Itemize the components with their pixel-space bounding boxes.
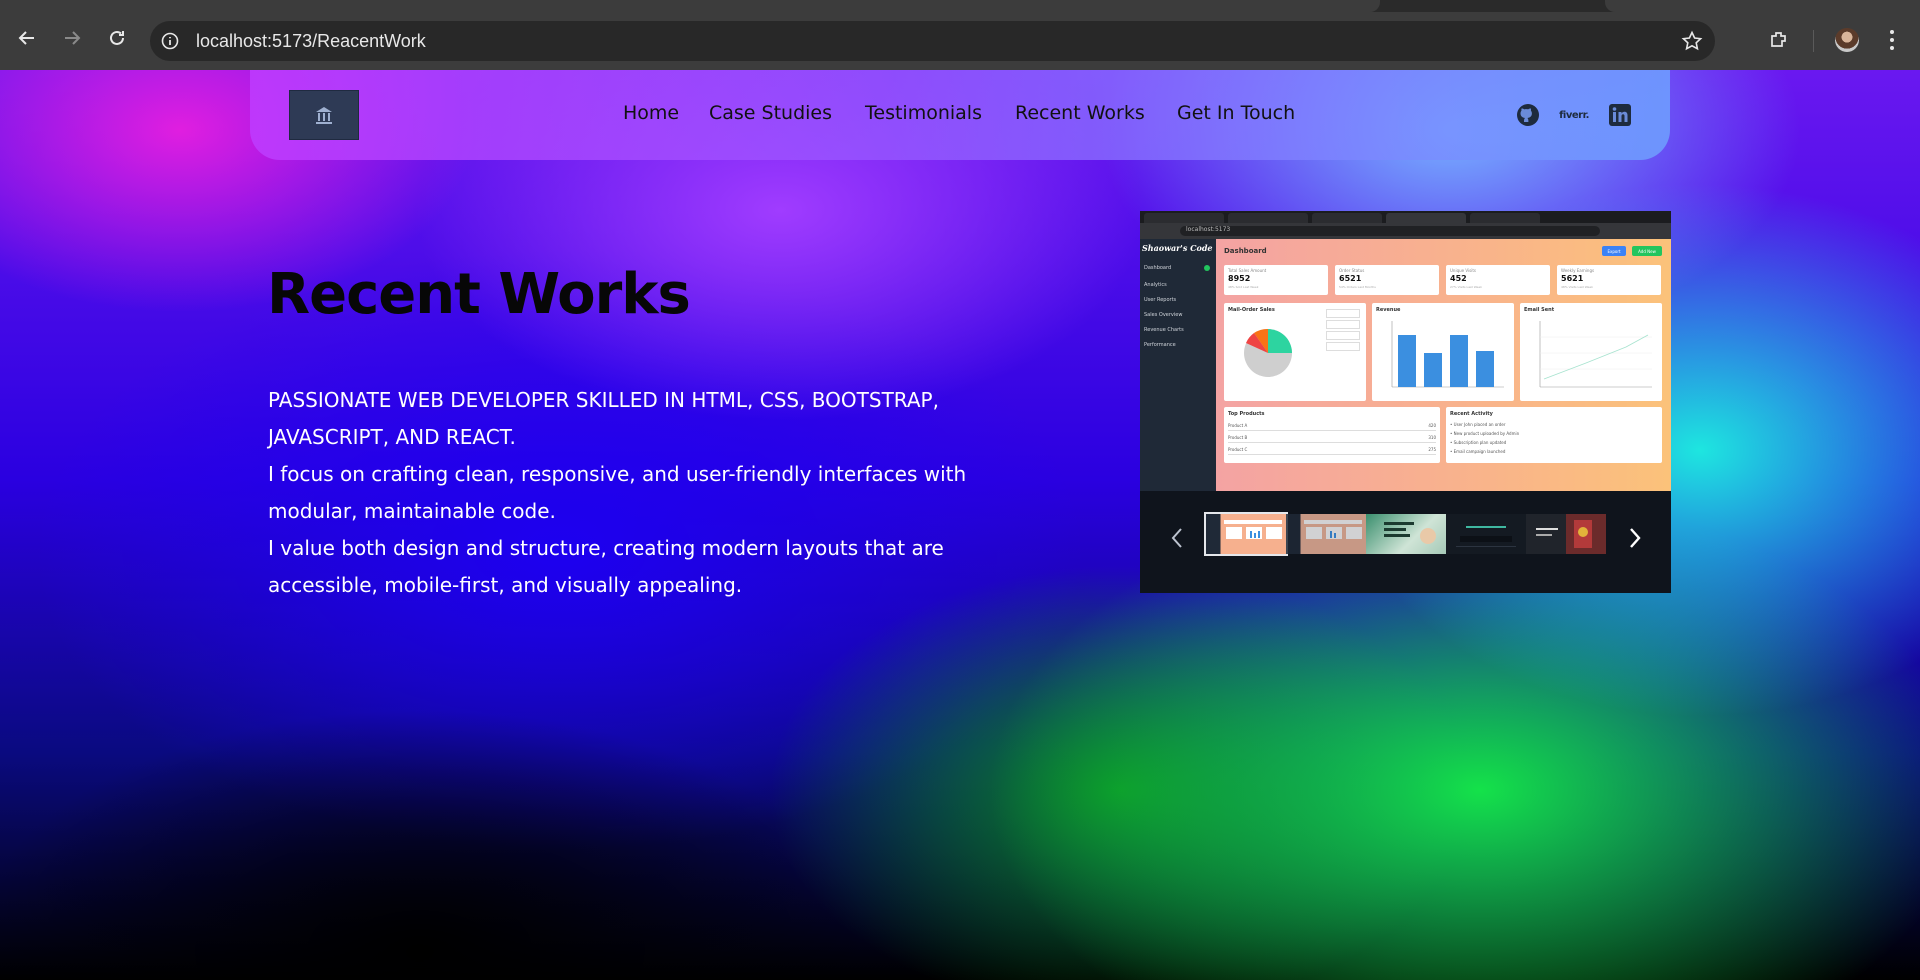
preview-add-button: Add New xyxy=(1632,246,1662,256)
page-title: Recent Works xyxy=(267,262,691,327)
tab-strip-right xyxy=(1605,0,1920,12)
status-dot xyxy=(1204,265,1210,271)
preview-export-button: Export xyxy=(1602,246,1626,256)
stat-card: Unique Visits 452 27% Visits Last Week xyxy=(1446,265,1550,295)
nav-testimonials[interactable]: Testimonials xyxy=(865,102,982,124)
preview-tabs xyxy=(1140,211,1671,223)
url-text[interactable]: localhost:5173/ReacentWork xyxy=(196,31,426,52)
tab-strip xyxy=(0,0,1920,12)
site-logo[interactable] xyxy=(289,90,359,140)
thumbnail-1[interactable] xyxy=(1204,512,1288,556)
preview-bar-panel: Revenue xyxy=(1372,303,1514,401)
site-info-icon[interactable] xyxy=(161,32,179,50)
preview-top-products: Top Products Product A 420 Product B 310 P… xyxy=(1224,407,1440,463)
preview-dashboard: Dashboard Export Add New Total Sales Amo… xyxy=(1216,239,1671,491)
preview-sidebar-item: User Reports xyxy=(1144,297,1177,303)
intro-line: modular, maintainable code. xyxy=(268,499,556,523)
preview-recent-activity: Recent Activity • User John placed an or… xyxy=(1446,407,1662,463)
nav-get-in-touch[interactable]: Get In Touch xyxy=(1177,102,1295,124)
profile-avatar[interactable] xyxy=(1835,28,1859,52)
preview-sidebar-item: Dashboard xyxy=(1144,265,1172,271)
linkedin-icon[interactable] xyxy=(1607,102,1633,128)
nav-home[interactable]: Home xyxy=(623,102,679,124)
address-bar[interactable]: localhost:5173/ReacentWork xyxy=(150,21,1715,61)
preview-legend xyxy=(1326,309,1360,355)
stat-card: Weekly Earnings 5621 48% Visits Last Wee… xyxy=(1557,265,1661,295)
page-background: Home Case Studies Testimonials Recent Wo… xyxy=(0,70,1920,980)
thumbnail-4[interactable] xyxy=(1446,514,1526,554)
intro-line: accessible, mobile-first, and visually a… xyxy=(268,573,743,597)
chevron-right-icon[interactable] xyxy=(1624,527,1646,549)
preview-line-graphic xyxy=(1539,321,1652,388)
preview-page-title: Dashboard xyxy=(1224,247,1267,255)
preview-brand: Shaowar's Code xyxy=(1142,243,1213,253)
fiverr-icon[interactable]: fiverr. xyxy=(1559,102,1589,128)
browser-menu-icon[interactable] xyxy=(1885,28,1899,52)
preview-pie-graphic xyxy=(1244,328,1292,377)
preview-pie-panel: Mail-Order Sales xyxy=(1224,303,1366,401)
preview-url: localhost:5173 xyxy=(1186,226,1231,233)
thumbnail-5[interactable] xyxy=(1526,514,1606,554)
preview-sidebar-item: Revenue Charts xyxy=(1144,327,1184,333)
reload-icon[interactable] xyxy=(105,26,129,50)
intro-line: PASSIONATE WEB DEVELOPER SKILLED IN HTML… xyxy=(268,388,939,412)
thumbnail-2[interactable] xyxy=(1286,514,1366,554)
bookmark-star-icon[interactable] xyxy=(1681,30,1703,52)
preview-sidebar-item: Performance xyxy=(1144,342,1176,348)
nav-recent-works[interactable]: Recent Works xyxy=(1015,102,1145,124)
logo-building-icon xyxy=(316,107,332,124)
github-icon[interactable] xyxy=(1515,102,1541,128)
extensions-icon[interactable] xyxy=(1768,29,1790,51)
intro-line: I focus on crafting clean, responsive, a… xyxy=(268,462,967,486)
preview-sidebar-item: Sales Overview xyxy=(1144,312,1183,318)
forward-icon[interactable] xyxy=(60,26,84,50)
intro-line: JAVASCRIPT, AND REACT. xyxy=(268,425,516,449)
chevron-left-icon[interactable] xyxy=(1166,527,1188,549)
intro-line: I value both design and structure, creat… xyxy=(268,536,944,560)
thumbnail-3[interactable] xyxy=(1366,514,1446,554)
thumbnail-strip xyxy=(1140,491,1671,593)
intro-text: PASSIONATE WEB DEVELOPER SKILLED IN HTML… xyxy=(268,382,1028,604)
preview-sidebar-item: Analytics xyxy=(1144,282,1167,288)
project-screenshot[interactable]: localhost:5173 Shaowar's Code Dashboard … xyxy=(1140,211,1671,491)
stat-card: Total Sales Amount 8952 48% Sold Last We… xyxy=(1224,265,1328,295)
back-icon[interactable] xyxy=(15,26,39,50)
preview-address-bar: localhost:5173 xyxy=(1140,223,1671,239)
browser-chrome: localhost:5173/ReacentWork xyxy=(0,0,1920,70)
nav-case-studies[interactable]: Case Studies xyxy=(709,102,832,124)
preview-line-panel: Email Sent xyxy=(1520,303,1662,401)
toolbar-divider xyxy=(1813,30,1814,52)
project-carousel[interactable]: localhost:5173 Shaowar's Code Dashboard … xyxy=(1140,211,1671,593)
preview-bar-graphic xyxy=(1391,321,1504,388)
active-tab[interactable] xyxy=(0,0,1380,12)
stat-card: Order Status 6521 54% Orders Last Months xyxy=(1335,265,1439,295)
preview-sidebar: Shaowar's Code Dashboard Analytics User … xyxy=(1140,239,1216,491)
